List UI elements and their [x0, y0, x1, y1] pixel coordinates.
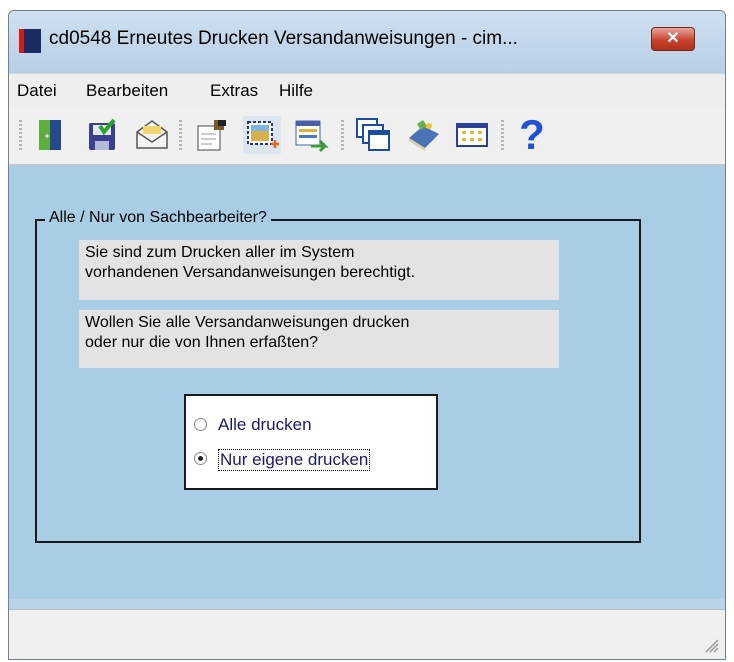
radio-button-own[interactable]: [194, 452, 207, 465]
groupbox-legend: Alle / Nur von Sachbearbeiter?: [45, 209, 271, 227]
menu-datei[interactable]: Datei: [17, 81, 57, 101]
toolbar-grip[interactable]: [341, 120, 344, 152]
windows-icon[interactable]: [354, 116, 392, 154]
app-window: cd0548 Erneutes Drucken Versandanweisung…: [8, 10, 726, 660]
toolbar-grip[interactable]: [501, 120, 504, 152]
exit-door-icon[interactable]: [31, 116, 69, 154]
radio-group: Alle drucken Nur eigene drucken: [184, 394, 438, 490]
menu-extras[interactable]: Extras: [210, 81, 258, 101]
close-button[interactable]: ✕: [651, 27, 695, 51]
help-icon[interactable]: ?: [513, 114, 551, 156]
radio-label-own[interactable]: Nur eigene drucken: [218, 449, 371, 471]
menu-bar: Datei Bearbeiten Extras Hilfe: [9, 73, 725, 107]
toolbar-grip[interactable]: [19, 120, 22, 152]
menu-bearbeiten[interactable]: Bearbeiten: [86, 81, 168, 101]
transfer-list-icon[interactable]: [293, 116, 331, 154]
question-message: Wollen Sie alle Versandanweisungen druck…: [79, 310, 559, 368]
question-line-1: Wollen Sie alle Versandanweisungen druck…: [85, 314, 410, 331]
menu-hilfe[interactable]: Hilfe: [279, 81, 313, 101]
question-line-2: oder nur die von Ihnen erfaßten?: [85, 334, 319, 351]
radio-button-all[interactable]: [194, 418, 207, 431]
window-title: cd0548 Erneutes Drucken Versandanweisung…: [49, 28, 518, 49]
resize-grip-icon[interactable]: [701, 635, 719, 653]
dialog-content: Alle / Nur von Sachbearbeiter? Sie sind …: [9, 165, 725, 599]
info-message: Sie sind zum Drucken aller im System vor…: [79, 240, 559, 300]
info-line-2: vorhandenen Versandanweisungen berechtig…: [85, 264, 416, 281]
radio-label-all[interactable]: Alle drucken: [218, 415, 312, 435]
envelope-icon[interactable]: [133, 116, 171, 154]
toolbar: ?: [9, 107, 725, 165]
status-bar: [9, 609, 725, 659]
book-icon[interactable]: [405, 116, 443, 154]
select-frame-icon[interactable]: [243, 116, 281, 154]
calendar-grid-icon[interactable]: [453, 116, 491, 154]
save-icon[interactable]: [83, 116, 121, 154]
edit-document-icon[interactable]: [192, 116, 230, 154]
info-line-1: Sie sind zum Drucken aller im System: [85, 244, 355, 261]
radio-selected-dot: [198, 456, 203, 461]
app-icon: [19, 29, 41, 53]
toolbar-grip[interactable]: [179, 120, 182, 152]
title-bar[interactable]: cd0548 Erneutes Drucken Versandanweisung…: [9, 11, 725, 73]
